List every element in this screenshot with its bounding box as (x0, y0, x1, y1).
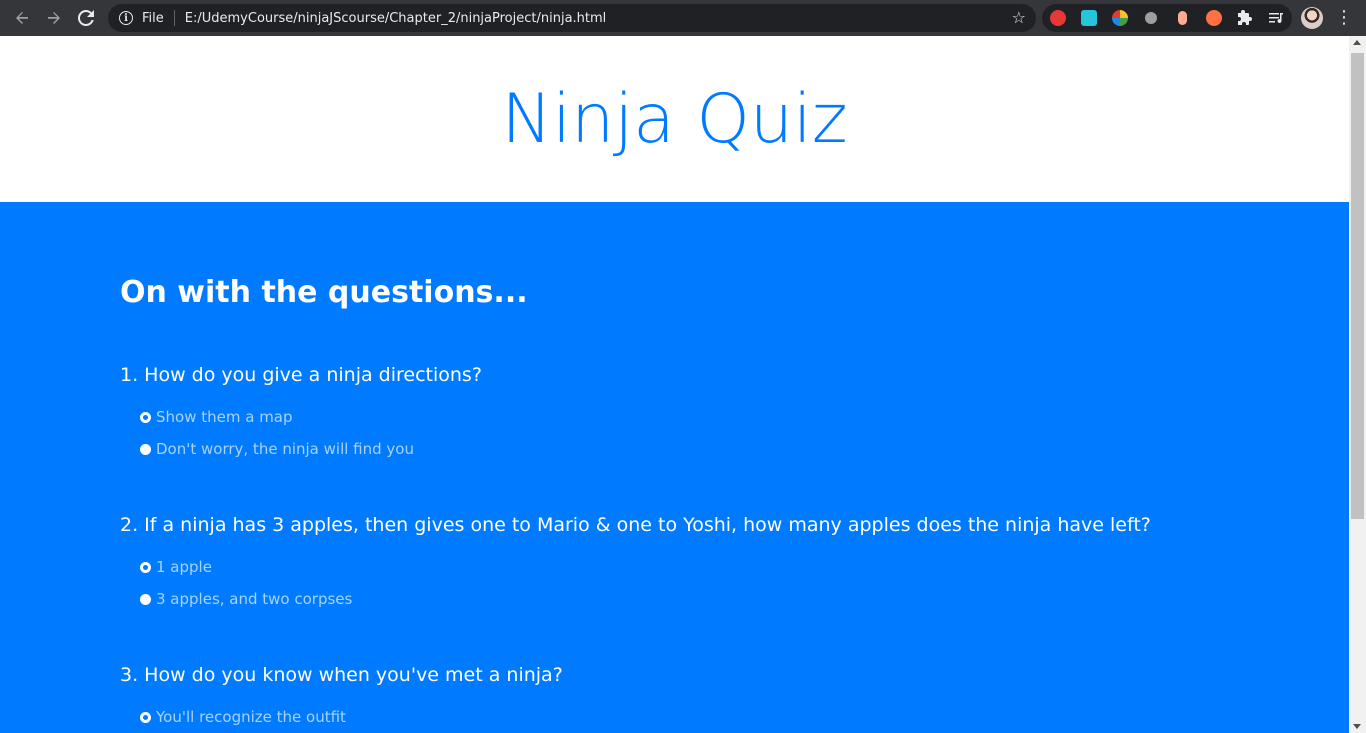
radio-button[interactable] (140, 443, 151, 455)
translate-extension-icon[interactable] (1073, 4, 1104, 32)
answer-option[interactable]: You'll recognize the outfit (140, 708, 346, 726)
scheme-label: File (142, 10, 164, 26)
radio-button[interactable] (140, 411, 151, 423)
omnibox-divider (173, 10, 175, 26)
page-viewport: Ninja Quiz On with the questions... 1. H… (0, 36, 1349, 733)
answer-option[interactable]: Show them a map (140, 408, 293, 426)
scroll-thumb[interactable] (1351, 53, 1364, 519)
address-bar[interactable]: i File E:/UdemyCourse/ninjaJScourse/Chap… (108, 4, 1036, 32)
answer-label: You'll recognize the outfit (156, 708, 346, 726)
question-text: 1. How do you give a ninja directions? (120, 364, 482, 386)
answer-option[interactable]: Don't worry, the ninja will find you (140, 440, 414, 458)
quiz-section: On with the questions... 1. How do you g… (0, 202, 1349, 733)
bookmark-star-icon[interactable]: ☆ (1012, 8, 1026, 27)
fire-extension-icon[interactable] (1198, 4, 1229, 32)
answer-label: 3 apples, and two corpses (156, 590, 353, 608)
info-icon[interactable]: i (119, 11, 133, 25)
answer-option[interactable]: 1 apple (140, 558, 212, 576)
reading-list-icon[interactable] (1261, 4, 1292, 32)
answer-label: Show them a map (156, 408, 293, 426)
forward-button[interactable] (38, 0, 70, 36)
page-title: Ninja Quiz (501, 79, 848, 159)
page-header: Ninja Quiz (0, 36, 1349, 202)
radio-button[interactable] (140, 593, 151, 605)
reload-icon (78, 10, 94, 26)
question-text: 2. If a ninja has 3 apples, then gives o… (120, 514, 1151, 536)
url-text[interactable]: E:/UdemyCourse/ninjaJScourse/Chapter_2/n… (185, 11, 607, 26)
question-text: 3. How do you know when you've met a nin… (120, 664, 563, 686)
colorful-extension-icon[interactable] (1105, 4, 1136, 32)
arrow-left-icon (16, 12, 28, 24)
radio-button[interactable] (140, 711, 151, 723)
back-button[interactable] (6, 0, 38, 36)
section-heading: On with the questions... (120, 275, 528, 310)
arrow-right-icon (48, 12, 60, 24)
answer-option[interactable]: 3 apples, and two corpses (140, 590, 352, 608)
radio-button[interactable] (140, 561, 151, 573)
answer-label: Don't worry, the ninja will find you (156, 440, 414, 458)
profile-avatar[interactable] (1301, 7, 1323, 29)
puzzle-icon[interactable] (1230, 4, 1261, 32)
hand-extension-icon[interactable] (1042, 4, 1073, 32)
answer-label: 1 apple (156, 558, 212, 576)
user-check-extension-icon[interactable] (1136, 4, 1167, 32)
extensions-area (1042, 4, 1292, 32)
scroll-down-arrow-icon[interactable] (1353, 724, 1361, 729)
more-menu-icon[interactable]: ⋮ (1334, 8, 1354, 28)
capsule-extension-icon[interactable] (1167, 4, 1198, 32)
reload-button[interactable] (70, 0, 102, 36)
vertical-scrollbar[interactable] (1349, 36, 1366, 733)
scroll-up-arrow-icon[interactable] (1353, 40, 1361, 45)
browser-toolbar: i File E:/UdemyCourse/ninjaJScourse/Chap… (0, 0, 1366, 36)
